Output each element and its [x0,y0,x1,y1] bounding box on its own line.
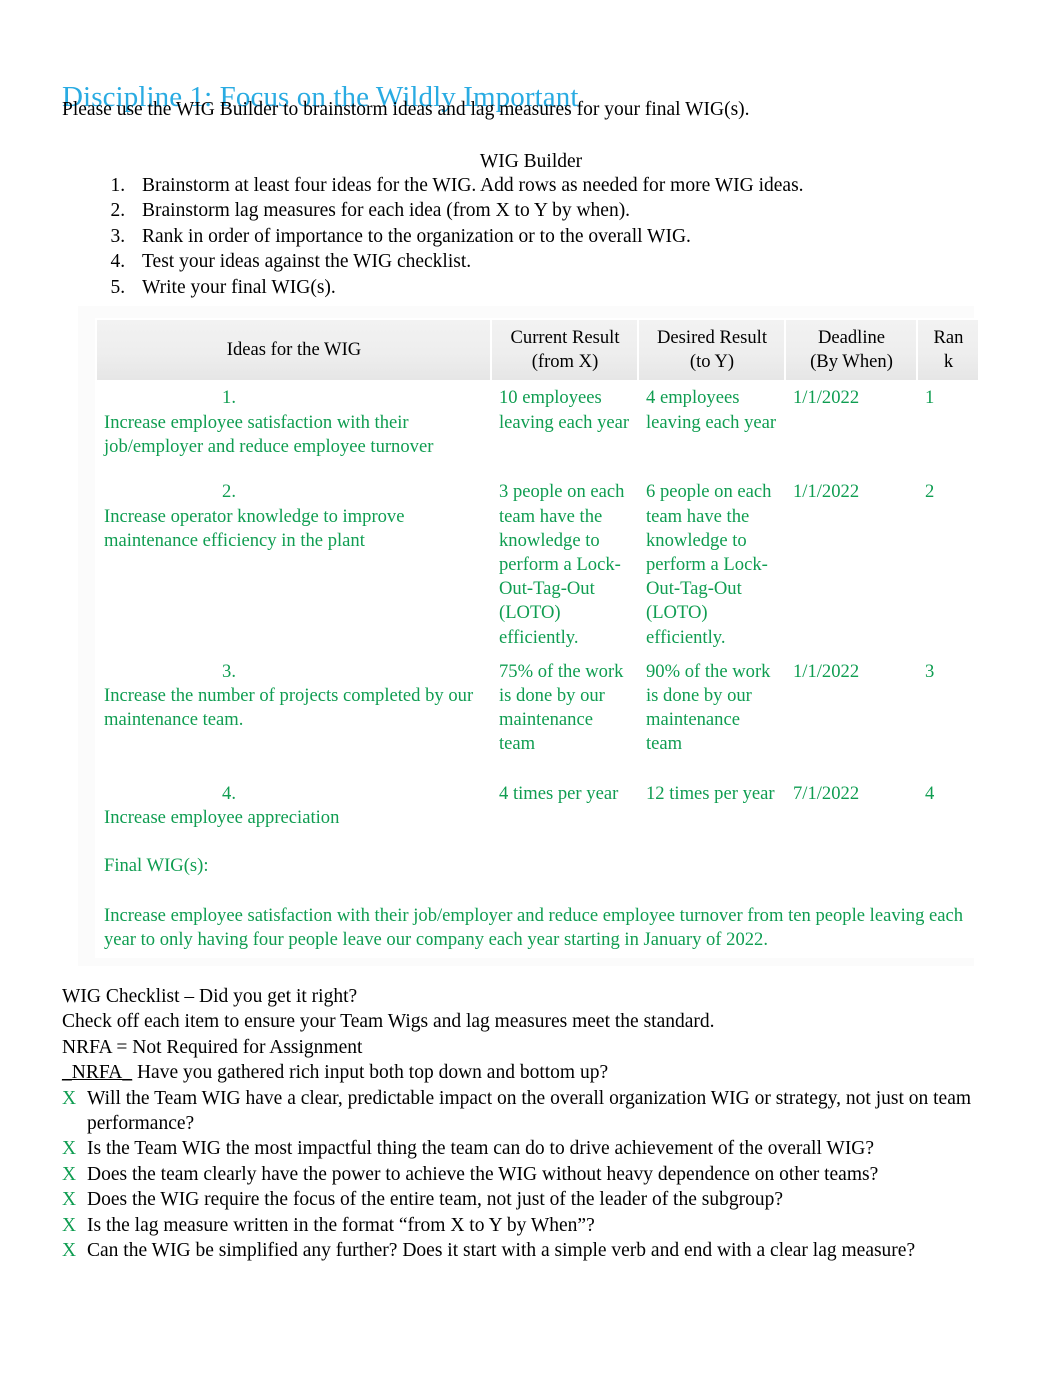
checklist-item[interactable]: X Does the team clearly have the power t… [62,1162,1002,1187]
cell-deadline[interactable]: 1/1/2022 [786,655,916,776]
step-item: Brainstorm at least four ideas for the W… [130,173,962,198]
table-row: 4. Increase employee appreciation 4 time… [97,777,978,848]
cell-rank[interactable]: 4 [918,777,978,848]
idea-text: Increase the number of projects complete… [104,685,474,731]
final-wig-text: Increase employee satisfaction with thei… [104,905,964,951]
checklist-item[interactable]: X Does the WIG require the focus of the … [62,1187,1002,1212]
checklist-legend: NRFA = Not Required for Assignment [62,1036,363,1058]
table-final-row: Final WIG(s): Increase employee satisfac… [97,849,978,957]
cell-idea[interactable]: 1. Increase employee satisfaction with t… [97,382,490,475]
checklist-item-label: Can the WIG be simplified any further? D… [87,1240,916,1262]
table-header-row: Ideas for the WIG Current Result (from X… [97,320,978,381]
check-x-icon: X [62,1189,77,1211]
cell-desired-result[interactable]: 4 employees leaving each year [639,382,784,475]
checklist-item-label: Is the lag measure written in the format… [87,1214,595,1236]
intro-paragraph: Please use the WIG Builder to brainstorm… [62,99,750,120]
column-header-deadline-line1: Deadline [817,327,886,348]
checklist-item-label: Have you gathered rich input both top do… [136,1062,609,1084]
column-header-rank-line1: Ran [933,327,964,348]
checklist-item-label: Is the Team WIG the most impactful thing… [87,1138,875,1160]
step-item: Write your final WIG(s). [130,275,962,300]
cell-idea[interactable]: 2. Increase operator knowledge to improv… [97,476,490,654]
cell-desired-result[interactable]: 90% of the work is done by our maintenan… [639,655,784,776]
column-header-desired-result: Desired Result (to Y) [639,320,784,381]
cell-desired-result[interactable]: 12 times per year [639,777,784,848]
column-header-deadline: Deadline (By When) [786,320,916,381]
cell-rank[interactable]: 2 [918,476,978,654]
column-header-current-line1: Current Result [510,327,620,348]
checklist-item[interactable]: X Can the WIG be simplified any further?… [62,1238,1002,1263]
final-wig-label: Final WIG(s): [104,854,209,876]
cell-desired-result[interactable]: 6 people on each team have the knowledge… [639,476,784,654]
check-x-icon: X [62,1087,77,1109]
cell-deadline[interactable]: 1/1/2022 [786,476,916,654]
cell-rank[interactable]: 1 [918,382,978,475]
column-header-rank: Ran k [918,320,978,381]
table-row: 1. Increase employee satisfaction with t… [97,382,978,475]
column-header-current-line2: (from X) [531,351,599,373]
column-header-rank-line2: k [943,351,954,373]
table-row: 2. Increase operator knowledge to improv… [97,476,978,654]
idea-text: Increase operator knowledge to improve m… [104,505,405,551]
cell-idea[interactable]: 4. Increase employee appreciation [97,777,490,848]
column-header-desired-line2: (to Y) [689,351,735,373]
checklist-item[interactable]: X Will the Team WIG have a clear, predic… [62,1086,1002,1137]
cell-rank[interactable]: 3 [918,655,978,776]
wig-checklist: WIG Checklist – Did you get it right? Ch… [62,984,1002,1263]
cell-current-result[interactable]: 4 times per year [492,777,637,848]
cell-deadline[interactable]: 7/1/2022 [786,777,916,848]
wig-builder-table: Ideas for the WIG Current Result (from X… [95,318,980,959]
column-header-ideas: Ideas for the WIG [97,320,490,381]
step-item: Rank in order of importance to the organ… [130,224,962,249]
cell-current-result[interactable]: 75% of the work is done by our maintenan… [492,655,637,776]
document-page: Discipline 1: Focus on the Wildly Import… [0,0,1062,1376]
check-x-icon: X [62,1138,77,1160]
checklist-item[interactable]: X Is the lag measure written in the form… [62,1213,1002,1238]
idea-number: 2. [222,481,236,503]
checklist-title: WIG Checklist – Did you get it right? [62,986,358,1007]
cell-idea[interactable]: 3. Increase the number of projects compl… [97,655,490,776]
checklist-item-label: Will the Team WIG have a clear, predicta… [87,1087,972,1135]
idea-number: 1. [222,387,236,409]
cell-deadline[interactable]: 1/1/2022 [786,382,916,475]
checklist-subtitle: Check off each item to ensure your Team … [62,1011,715,1033]
table-row: 3. Increase the number of projects compl… [97,655,978,776]
wig-builder-steps: Brainstorm at least four ideas for the W… [62,173,962,300]
nrfa-tag: _NRFA_ [62,1062,133,1084]
checklist-item-nrfa[interactable]: _NRFA_ Have you gathered rich input both… [62,1060,1002,1085]
column-header-desired-line1: Desired Result [657,327,767,348]
checklist-item[interactable]: X Is the Team WIG the most impactful thi… [62,1136,1002,1161]
cell-current-result[interactable]: 10 employees leaving each year [492,382,637,475]
cell-current-result[interactable]: 3 people on each team have the knowledge… [492,476,637,654]
checklist-item-label: Does the WIG require the focus of the en… [87,1189,783,1211]
wig-builder-heading: WIG Builder [479,151,583,172]
checklist-item-label: Does the team clearly have the power to … [87,1163,879,1185]
step-item: Brainstorm lag measures for each idea (f… [130,198,962,223]
step-item: Test your ideas against the WIG checklis… [130,249,962,274]
idea-number: 4. [222,782,236,804]
check-x-icon: X [62,1240,77,1262]
column-header-deadline-line2: (By When) [810,351,893,373]
check-x-icon: X [62,1214,77,1236]
cell-final-wig[interactable]: Final WIG(s): Increase employee satisfac… [97,849,978,957]
column-header-current-result: Current Result (from X) [492,320,637,381]
idea-text: Increase employee appreciation [104,807,340,829]
check-x-icon: X [62,1163,77,1185]
idea-text: Increase employee satisfaction with thei… [104,411,434,457]
idea-number: 3. [222,660,236,682]
